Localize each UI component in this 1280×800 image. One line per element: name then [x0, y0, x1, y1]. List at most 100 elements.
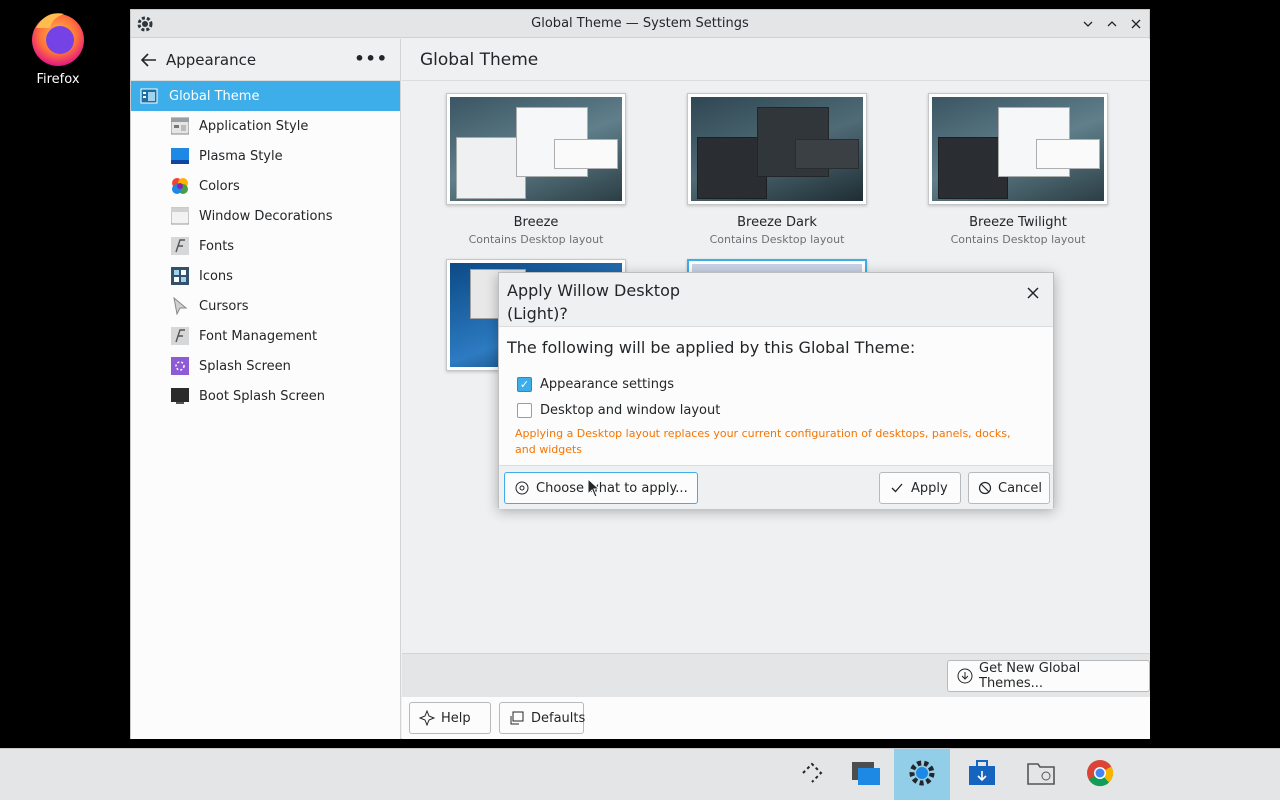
theme-card-breeze-dark[interactable]: Breeze Dark Contains Desktop layout — [687, 93, 867, 246]
get-new-global-themes-button[interactable]: Get New Global Themes... — [947, 660, 1150, 692]
firefox-desktop-icon[interactable]: Firefox — [22, 8, 94, 87]
footer: Help Defaults — [402, 697, 1150, 739]
firefox-icon — [28, 8, 88, 68]
fonts-icon — [171, 237, 189, 255]
more-options-icon[interactable]: ••• — [354, 49, 388, 68]
kde-connect-icon — [799, 760, 825, 790]
taskbar-file-manager[interactable] — [1013, 749, 1069, 800]
option-label: Desktop and window layout — [540, 403, 721, 418]
dialog-body: The following will be applied by this Gl… — [499, 327, 1053, 465]
theme-subtitle: Contains Desktop layout — [709, 233, 845, 246]
sidebar-item-label: Splash Screen — [199, 358, 291, 374]
theme-name: Breeze — [513, 215, 559, 230]
defaults-button[interactable]: Defaults — [499, 702, 586, 734]
mouse-cursor-icon — [587, 477, 601, 502]
defaults-label: Defaults — [531, 710, 586, 726]
window-title: Global Theme — System Settings — [531, 16, 749, 31]
sidebar-item-fonts[interactable]: Fonts — [131, 231, 400, 261]
dialog-close-icon[interactable] — [1023, 283, 1043, 303]
close-icon[interactable] — [1126, 14, 1146, 34]
get-new-label: Get New Global Themes... — [979, 661, 1081, 691]
sidebar-item-label: Colors — [199, 178, 240, 194]
taskbar-window-switcher[interactable] — [838, 749, 894, 800]
titlebar[interactable]: Global Theme — System Settings — [131, 10, 1149, 38]
system-settings-gear-icon — [907, 758, 937, 792]
sidebar-item-label: Icons — [199, 268, 233, 284]
application-style-icon — [170, 117, 190, 135]
cancel-label: Cancel — [998, 480, 1043, 496]
sidebar-item-label: Plasma Style — [199, 148, 283, 164]
global-theme-icon — [140, 87, 158, 105]
cancel-button[interactable]: Cancel — [968, 472, 1050, 504]
apply-label: Apply — [911, 480, 948, 496]
taskbar-discover[interactable] — [954, 749, 1010, 800]
checkmark-icon — [889, 480, 905, 496]
download-icon — [957, 668, 973, 684]
sidebar-item-label: Application Style — [199, 118, 309, 134]
sidebar-item-plasma-style[interactable]: Plasma Style — [131, 141, 400, 171]
layout-warning: Applying a Desktop layout replaces your … — [515, 427, 1011, 456]
sidebar-item-label: Boot Splash Screen — [199, 388, 325, 404]
theme-card-breeze[interactable]: Breeze Contains Desktop layout — [446, 93, 626, 246]
sidebar-item-font-management[interactable]: Font Management — [131, 321, 400, 351]
settings-gear-icon — [514, 480, 530, 496]
maximize-icon[interactable] — [1102, 14, 1122, 34]
folder-icon — [1026, 760, 1056, 790]
dialog-header: Apply Willow Desktop (Light)? — [499, 273, 1053, 327]
dialog-footer: Choose what to apply... Apply Cancel — [499, 465, 1053, 509]
option-desktop-layout[interactable]: Desktop and window layout — [517, 403, 720, 418]
apply-button[interactable]: Apply — [879, 472, 961, 504]
chrome-icon — [1085, 758, 1115, 792]
sidebar-item-icons[interactable]: Icons — [131, 261, 400, 291]
dialog-intro: The following will be applied by this Gl… — [507, 338, 916, 357]
sidebar-item-boot-splash-screen[interactable]: Boot Splash Screen — [131, 381, 400, 411]
splash-screen-icon — [171, 357, 189, 375]
boot-splash-icon — [171, 387, 189, 405]
icons-icon — [171, 267, 189, 285]
main-header: Global Theme — [402, 39, 1150, 81]
sidebar-title: Appearance — [166, 51, 257, 69]
taskbar-chrome[interactable] — [1072, 749, 1128, 800]
cancel-icon — [978, 480, 992, 496]
help-icon — [419, 710, 435, 726]
theme-card-breeze-twilight[interactable]: Breeze Twilight Contains Desktop layout — [928, 93, 1108, 246]
taskbar-system-settings[interactable] — [894, 749, 950, 800]
checkbox-unchecked[interactable] — [517, 403, 532, 418]
minimize-icon[interactable] — [1078, 14, 1098, 34]
sidebar-item-label: Window Decorations — [199, 208, 333, 224]
sidebar-item-label: Global Theme — [169, 88, 260, 104]
option-label: Appearance settings — [540, 377, 675, 392]
apply-theme-dialog: Apply Willow Desktop (Light)? The follow… — [498, 272, 1054, 509]
sidebar-item-label: Cursors — [199, 298, 249, 314]
theme-preview — [928, 93, 1108, 205]
dialog-title: Apply Willow Desktop (Light)? — [507, 281, 681, 323]
taskbar — [0, 748, 1280, 800]
theme-preview — [446, 93, 626, 205]
colors-icon — [171, 177, 189, 195]
sidebar-item-global-theme[interactable]: Global Theme — [131, 81, 400, 111]
option-appearance-settings[interactable]: ✓ Appearance settings — [517, 377, 674, 392]
theme-subtitle: Contains Desktop layout — [950, 233, 1086, 246]
taskbar-kdeconnect[interactable] — [784, 749, 840, 800]
back-arrow-icon[interactable] — [139, 50, 159, 70]
plasma-style-icon — [171, 147, 189, 165]
sidebar-item-label: Font Management — [199, 328, 318, 344]
checkbox-checked[interactable]: ✓ — [517, 377, 532, 392]
help-button[interactable]: Help — [409, 702, 491, 734]
theme-subtitle: Contains Desktop layout — [468, 233, 604, 246]
windows-icon — [851, 760, 881, 790]
theme-preview — [687, 93, 867, 205]
sidebar-item-cursors[interactable]: Cursors — [131, 291, 400, 321]
page-title: Global Theme — [420, 50, 539, 70]
briefcase-icon — [967, 759, 997, 791]
theme-name: Breeze Dark — [737, 215, 817, 230]
sidebar-item-colors[interactable]: Colors — [131, 171, 400, 201]
sidebar-item-window-decorations[interactable]: Window Decorations — [131, 201, 400, 231]
get-new-bar: Get New Global Themes... — [402, 653, 1150, 697]
font-management-icon — [171, 327, 189, 345]
sidebar: Appearance ••• Global Theme Application … — [131, 39, 401, 739]
defaults-icon — [509, 710, 525, 726]
sidebar-item-application-style[interactable]: Application Style — [131, 111, 400, 141]
cursors-icon — [171, 296, 189, 316]
sidebar-item-splash-screen[interactable]: Splash Screen — [131, 351, 400, 381]
